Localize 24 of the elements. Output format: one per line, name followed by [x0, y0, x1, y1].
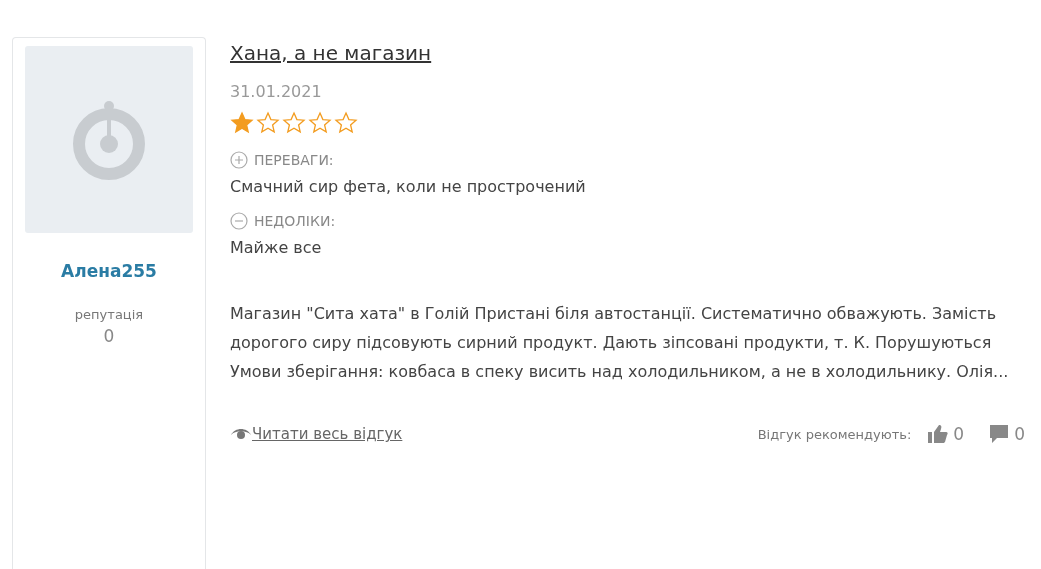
star-icon [308, 111, 332, 135]
star-icon [230, 111, 254, 135]
username[interactable]: Алена255 [61, 261, 157, 281]
comment-icon[interactable] [988, 424, 1011, 444]
review-date: 31.01.2021 [230, 82, 323, 101]
review-title[interactable]: Хана, а не магазин [230, 41, 432, 65]
thumbs-up-icon[interactable] [927, 424, 950, 444]
reputation-label: репутація [74, 307, 144, 322]
star-icon [256, 111, 280, 135]
comments-count: 0 [1014, 424, 1025, 444]
pros-label: ПЕРЕВАГИ: [254, 152, 334, 168]
star-icon [282, 111, 306, 135]
minus-circle-icon [230, 212, 248, 230]
eye-icon [230, 427, 252, 441]
star-icon [334, 111, 358, 135]
read-more-link[interactable]: Читати весь відгук [252, 425, 403, 443]
recommend-label: Відгук рекомендують: [757, 426, 912, 442]
reputation-value: 0 [103, 326, 115, 346]
review-body: Магазин "Сита хата" в Голій Пристані біля автостанції. Систематично обважують. Замість дорогого сиру підсовують сирний продукт. Дають зіпсовані продукти, т. К. Порушуються Умови зберігання: ковбаса в спеку висить над холодильником, а не в холодильнику. Олія... [230, 303, 1010, 383]
cons-label: НЕДОЛІКИ: [254, 213, 336, 229]
plus-circle-icon [230, 151, 248, 169]
likes-count: 0 [953, 424, 965, 444]
cons-text: Майже все [230, 238, 323, 257]
pros-text: Смачний сир фета, коли не прострочений [230, 177, 587, 196]
